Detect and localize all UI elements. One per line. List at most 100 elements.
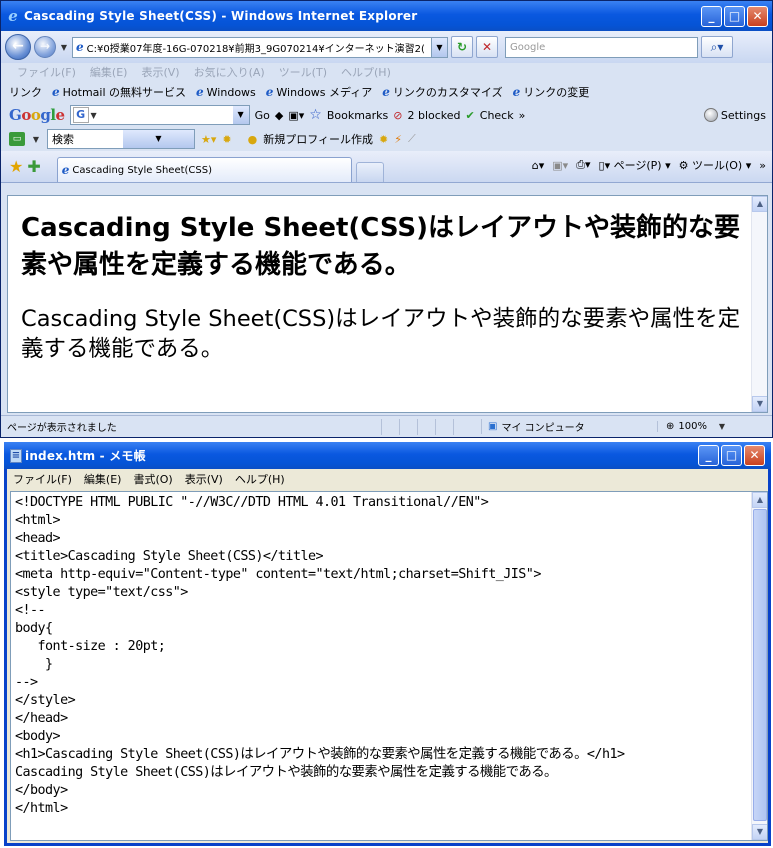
new-profile-button[interactable]: 新規プロフィール作成 <box>263 131 373 147</box>
maximize-button[interactable]: □ <box>721 445 742 466</box>
scroll-up-icon[interactable]: ▲ <box>752 196 767 212</box>
toolbar-button-icon[interactable]: ⚡ <box>394 133 402 146</box>
menu-file[interactable]: ファイル(F) <box>17 64 76 80</box>
menu-tools[interactable]: ツール(T) <box>279 64 327 80</box>
menu-file[interactable]: ファイル(F) <box>13 471 72 487</box>
toolbar-button-icon[interactable]: ✹ <box>379 133 388 146</box>
notepad-titlebar[interactable]: ≡ index.htm - メモ帳 _ □ ✕ <box>4 442 771 469</box>
zone-label: マイ コンピュータ <box>501 423 585 434</box>
link-windows-media[interactable]: e Windows メディア <box>266 84 372 100</box>
code-line: font-size : 20pt; <box>15 639 166 654</box>
chevron-down-icon[interactable]: ▼ <box>89 111 99 120</box>
ie-titlebar[interactable]: e Cascading Style Sheet(CSS) - Windows I… <box>1 1 772 31</box>
home-icon[interactable]: ⌂▾ <box>532 159 545 172</box>
chevron-down-icon[interactable]: ▼ <box>717 422 727 431</box>
forward-button[interactable]: → <box>34 36 56 58</box>
search-combo[interactable]: 検索 ▼ <box>47 129 195 149</box>
status-text: ページが表示されました <box>7 423 117 434</box>
more-chevron-icon[interactable]: » <box>759 159 766 172</box>
menu-view[interactable]: 表示(V) <box>185 471 223 487</box>
favorites-star-icon[interactable]: ★ <box>9 157 23 176</box>
search-combo-dropdown-icon[interactable]: ▼ <box>123 130 194 148</box>
tab-title: Cascading Style Sheet(CSS) <box>72 164 213 176</box>
toolbar-button-icon[interactable]: ⟋ <box>408 132 416 146</box>
popup-blocked-button[interactable]: 2 blocked <box>408 109 461 122</box>
code-line: </style> <box>15 693 76 708</box>
google-tool-icon[interactable]: ◆ <box>275 109 283 122</box>
minimize-button[interactable]: _ <box>698 445 719 466</box>
refresh-button[interactable]: ↻ <box>451 36 473 58</box>
chevron-down-icon[interactable]: ▼ <box>31 135 41 144</box>
check-button[interactable]: Check <box>480 109 514 122</box>
favorites-add-icon[interactable]: ★▾ <box>201 133 216 146</box>
settings-button[interactable]: Settings <box>721 109 766 122</box>
status-cell <box>399 418 417 435</box>
code-line: <meta http-equiv="Content-type" content=… <box>15 567 541 582</box>
toolbar-icon[interactable]: ▭ <box>9 132 25 146</box>
google-search-input[interactable]: G ▼ ▼ <box>69 105 250 125</box>
link-label: リンクの変更 <box>523 86 590 99</box>
minimize-button[interactable]: _ <box>701 5 722 27</box>
address-field[interactable]: e C:¥0授業07年度-16G-070218¥前期3_9G070214¥インタ… <box>72 36 448 58</box>
close-button[interactable]: ✕ <box>744 445 765 466</box>
command-bar: ⌂▾ ▣▾ ⎙▾ ▯▾ ページ(P) ▾ ⚙ ツール(O) ▾ » <box>532 157 766 173</box>
link-change[interactable]: e リンクの変更 <box>513 84 590 100</box>
add-favorites-icon[interactable]: ✚ <box>27 157 40 176</box>
code-line: --> <box>15 675 38 690</box>
print-icon[interactable]: ⎙▾ <box>576 158 590 172</box>
scroll-thumb[interactable] <box>753 509 767 821</box>
zoom-control[interactable]: ⊕ 100% ▼ <box>657 421 727 432</box>
security-zone[interactable]: ▣ マイ コンピュータ <box>481 419 649 434</box>
menu-view[interactable]: 表示(V) <box>141 64 179 80</box>
address-dropdown-icon[interactable]: ▼ <box>431 37 447 57</box>
code-line: <title>Cascading Style Sheet(CSS)</title… <box>15 549 324 564</box>
scroll-up-icon[interactable]: ▲ <box>752 492 767 508</box>
maximize-button[interactable]: □ <box>724 5 745 27</box>
bookmarks-button[interactable]: Bookmarks <box>327 109 388 122</box>
notepad-title: index.htm - メモ帳 <box>25 449 146 463</box>
page-viewport[interactable]: Cascading Style Sheet(CSS)はレイアウトや装飾的な要素や… <box>7 195 768 413</box>
google-g-icon[interactable]: G <box>72 107 89 123</box>
more-chevron-icon[interactable]: » <box>519 109 526 122</box>
scroll-down-icon[interactable]: ▼ <box>752 824 767 840</box>
menu-favorites[interactable]: お気に入り(A) <box>194 64 265 80</box>
close-button[interactable]: ✕ <box>747 5 768 27</box>
menu-edit[interactable]: 編集(E) <box>90 64 128 80</box>
notepad-editor[interactable]: <!DOCTYPE HTML PUBLIC "-//W3C//DTD HTML … <box>10 491 768 841</box>
history-dropdown-icon[interactable]: ▼ <box>59 43 69 52</box>
search-button[interactable]: ⌕▾ <box>701 36 733 58</box>
back-button[interactable]: ← <box>5 34 31 60</box>
google-go-button[interactable]: Go <box>255 109 270 122</box>
code-line: <style type="text/css"> <box>15 585 188 600</box>
tab-css[interactable]: e Cascading Style Sheet(CSS) <box>56 157 352 182</box>
code-line: </body> <box>15 783 68 798</box>
page-icon: e <box>76 40 84 54</box>
search-input[interactable]: Google <box>505 36 698 58</box>
status-bar: ページが表示されました ▣ マイ コンピュータ ⊕ 100% ▼ <box>1 415 772 437</box>
code-line: body{ <box>15 621 53 636</box>
page-paragraph: Cascading Style Sheet(CSS)はレイアウトや装飾的な要素や… <box>21 306 741 362</box>
link-customize[interactable]: e リンクのカスタマイズ <box>382 84 502 100</box>
menu-help[interactable]: ヘルプ(H) <box>341 64 391 80</box>
ie-window-title: Cascading Style Sheet(CSS) - Windows Int… <box>24 9 418 23</box>
tools-menu-button[interactable]: ⚙ ツール(O) ▾ <box>679 157 752 173</box>
google-news-icon[interactable]: ▣▾ <box>288 109 304 122</box>
page-menu-button[interactable]: ▯▾ ページ(P) ▾ <box>599 157 671 173</box>
web-icon[interactable]: ✹ <box>222 133 231 146</box>
menu-format[interactable]: 書式(O) <box>133 471 172 487</box>
link-hotmail[interactable]: e Hotmail の無料サービス <box>52 84 186 100</box>
code-text: <!DOCTYPE HTML PUBLIC "-//W3C//DTD HTML … <box>15 494 750 818</box>
computer-icon: ▣ <box>488 421 498 432</box>
new-tab-button[interactable] <box>355 162 384 182</box>
menu-edit[interactable]: 編集(E) <box>84 471 122 487</box>
link-label: Windows <box>206 85 256 99</box>
link-windows[interactable]: e Windows <box>196 85 256 99</box>
ie-page-icon: e <box>382 85 390 99</box>
menu-help[interactable]: ヘルプ(H) <box>235 471 285 487</box>
google-history-dropdown-icon[interactable]: ▼ <box>232 106 249 124</box>
stop-button[interactable]: ✕ <box>476 36 498 58</box>
editor-scrollbar[interactable]: ▲ ▼ <box>751 492 767 840</box>
scroll-down-icon[interactable]: ▼ <box>752 396 767 412</box>
page-scrollbar[interactable]: ▲ ▼ <box>751 196 767 412</box>
feeds-icon[interactable]: ▣▾ <box>552 159 568 172</box>
